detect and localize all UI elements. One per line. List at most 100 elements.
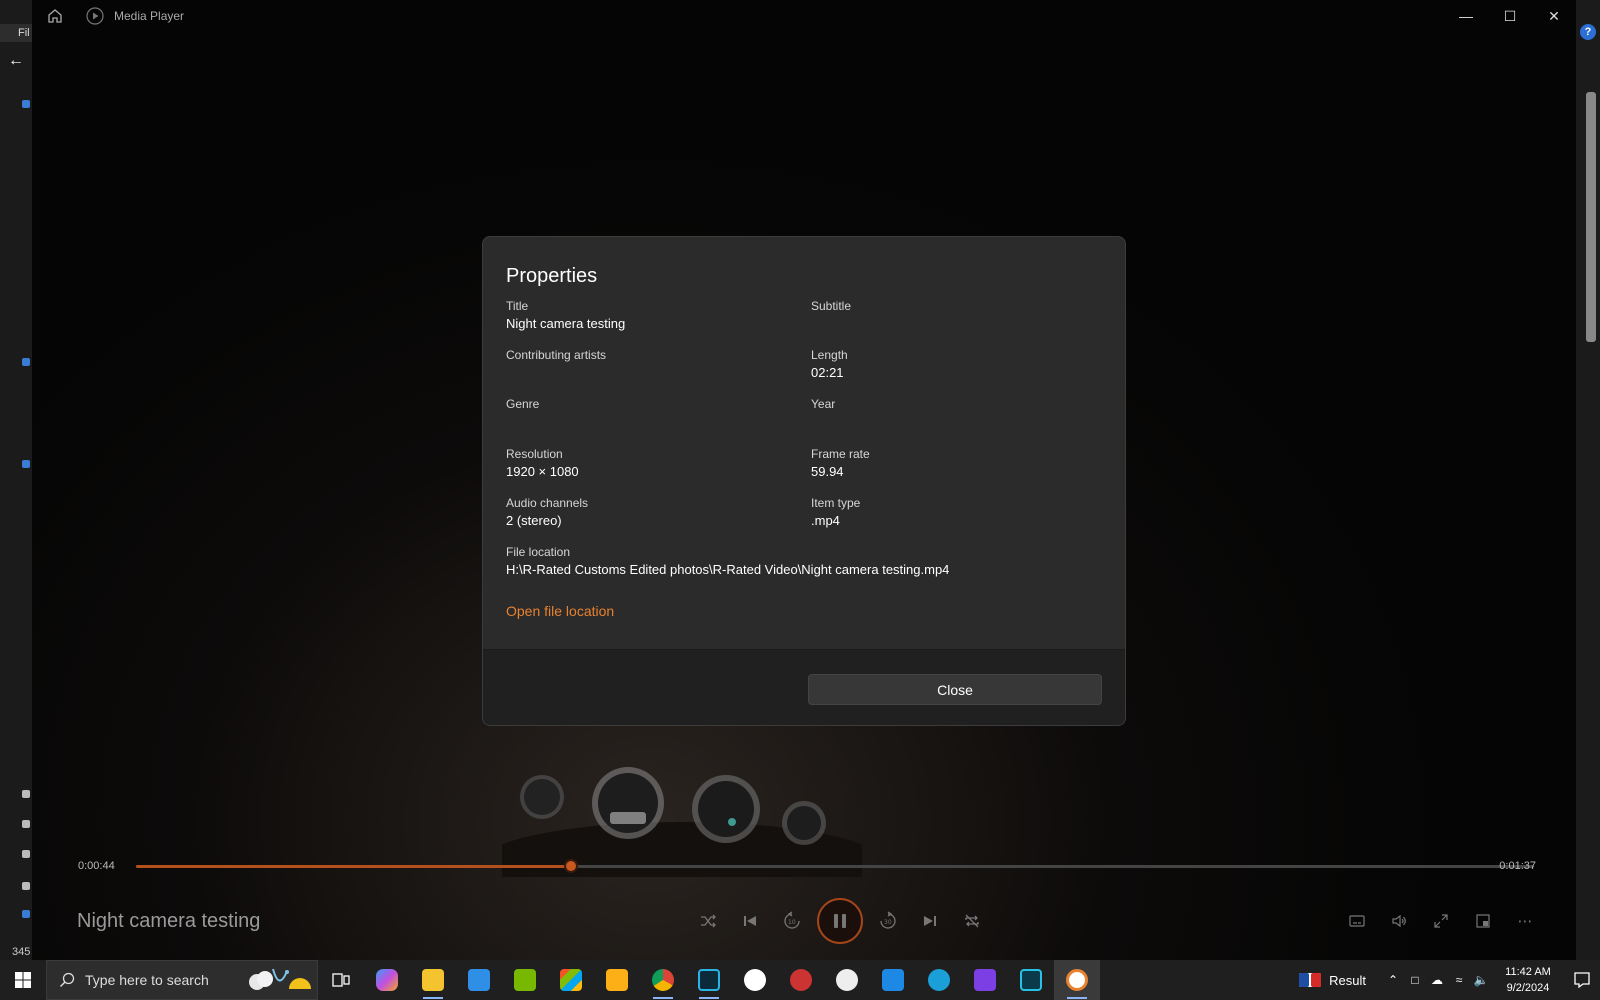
- app-icon[interactable]: [778, 960, 824, 1000]
- property-label: Frame rate: [811, 447, 870, 461]
- maximize-button[interactable]: ☐: [1488, 0, 1532, 32]
- property-label: Resolution: [506, 447, 563, 461]
- property-label: Item type: [811, 496, 861, 510]
- dialog-title: Properties: [506, 265, 598, 287]
- app-icon[interactable]: [870, 960, 916, 1000]
- clock-date: 9/2/2024: [1506, 982, 1550, 994]
- back-arrow-icon[interactable]: ←: [8, 52, 24, 70]
- drive-icon: [22, 882, 30, 890]
- skip-back-10-icon[interactable]: 10: [771, 900, 813, 942]
- scrollbar-thumb[interactable]: [1586, 92, 1596, 342]
- app-icon[interactable]: [916, 960, 962, 1000]
- property-year: Year: [811, 397, 1101, 414]
- background-explorer-left: Fil ← 345: [0, 0, 32, 960]
- help-icon[interactable]: ?: [1580, 24, 1596, 40]
- close-button[interactable]: Close: [808, 674, 1102, 705]
- file-tab[interactable]: Fil: [0, 24, 32, 42]
- close-window-button[interactable]: ✕: [1532, 0, 1576, 32]
- rockstar-launcher-icon[interactable]: [594, 960, 640, 1000]
- app-icon[interactable]: [824, 960, 870, 1000]
- media-player-icon: [86, 7, 104, 25]
- pc-icon: [22, 460, 30, 468]
- property-value: 1920 × 1080: [506, 464, 579, 479]
- repeat-off-icon[interactable]: [951, 900, 993, 942]
- captions-icon[interactable]: [1336, 900, 1378, 942]
- mlb-logo-icon: [1299, 973, 1322, 987]
- onedrive-icon[interactable]: ☁: [1426, 960, 1448, 1000]
- current-time: 0:00:44: [78, 860, 115, 872]
- previous-icon[interactable]: [729, 900, 771, 942]
- file-explorer-icon[interactable]: [410, 960, 456, 1000]
- right-controls: ⋯: [1336, 900, 1546, 942]
- seek-bar-thumb[interactable]: [563, 859, 578, 873]
- mail-icon[interactable]: [456, 960, 502, 1000]
- dashboard-gauges-image: [502, 767, 862, 877]
- folder-icon: [22, 100, 30, 108]
- app-icon[interactable]: [732, 960, 778, 1000]
- fullscreen-icon[interactable]: [1420, 900, 1462, 942]
- shuffle-icon[interactable]: [687, 900, 729, 942]
- property-length: Length 02:21: [811, 348, 1101, 380]
- next-icon[interactable]: [909, 900, 951, 942]
- speaker-icon[interactable]: 🔈: [1470, 960, 1492, 1000]
- property-value: 02:21: [811, 365, 844, 380]
- cloud-icon: [22, 358, 30, 366]
- title-bar: Media Player: [32, 0, 1576, 32]
- property-item-type: Item type .mp4: [811, 496, 1101, 528]
- property-label: Title: [506, 299, 529, 313]
- svg-text:30: 30: [884, 919, 892, 926]
- seek-bar-progress: [136, 865, 571, 868]
- property-genre: Genre: [506, 397, 796, 414]
- drive-icon: [22, 850, 30, 858]
- property-file-location: File location H:\R-Rated Customs Edited …: [506, 545, 1106, 577]
- property-subtitle: Subtitle: [811, 299, 1101, 316]
- item-count: 345: [12, 946, 31, 958]
- drive-icon: [22, 820, 30, 828]
- minimize-button[interactable]: —: [1444, 0, 1488, 32]
- property-value: 59.94: [811, 464, 844, 479]
- screen: Fil ← 345 ? Media Player — ☐ ✕ 0:00:44 0…: [0, 0, 1600, 1000]
- app-icon[interactable]: [1008, 960, 1054, 1000]
- property-label: Audio channels: [506, 496, 589, 510]
- weather-widget-icon[interactable]: [243, 965, 313, 995]
- taskbar: Type here to search Result ⌃ □ ☁ ≈ 🔈 11:…: [0, 960, 1600, 1000]
- background-explorer-right: ?: [1576, 0, 1600, 960]
- chrome-icon[interactable]: [640, 960, 686, 1000]
- more-options-icon[interactable]: ⋯: [1504, 900, 1546, 942]
- start-button[interactable]: [0, 960, 46, 1000]
- app-title: Media Player: [114, 9, 185, 23]
- wifi-icon[interactable]: ≈: [1448, 960, 1470, 1000]
- copilot-icon[interactable]: [364, 960, 410, 1000]
- taskbar-search-box[interactable]: Type here to search: [46, 960, 318, 1000]
- search-icon: [60, 972, 75, 987]
- property-label: File location: [506, 545, 571, 559]
- mini-player-icon[interactable]: [1462, 900, 1504, 942]
- volume-icon[interactable]: [1378, 900, 1420, 942]
- remaining-time: 0:01:37: [1499, 860, 1536, 872]
- property-value: H:\R-Rated Customs Edited photos\R-Rated…: [506, 562, 950, 577]
- media-player-taskbar-icon[interactable]: [1054, 960, 1100, 1000]
- property-label: Genre: [506, 397, 540, 411]
- app-icon[interactable]: [962, 960, 1008, 1000]
- open-file-location-link[interactable]: Open file location: [506, 603, 614, 619]
- microsoft-store-icon[interactable]: [548, 960, 594, 1000]
- network-icon: [22, 910, 30, 918]
- clock[interactable]: 11:42 AM 9/2/2024: [1492, 964, 1564, 996]
- pause-button[interactable]: [817, 898, 863, 944]
- property-frame-rate: Frame rate 59.94: [811, 447, 1101, 479]
- mlb-result-widget[interactable]: Result: [1299, 973, 1366, 988]
- task-view-icon[interactable]: [318, 960, 364, 1000]
- notification-center-icon[interactable]: [1564, 971, 1600, 989]
- property-audio-channels: Audio channels 2 (stereo): [506, 496, 796, 528]
- meet-now-icon[interactable]: □: [1404, 960, 1426, 1000]
- property-value: .mp4: [811, 513, 840, 528]
- property-label: Subtitle: [811, 299, 852, 313]
- window-controls: — ☐ ✕: [1444, 0, 1576, 32]
- nvidia-icon[interactable]: [502, 960, 548, 1000]
- chevron-up-icon[interactable]: ⌃: [1382, 960, 1404, 1000]
- skip-forward-30-icon[interactable]: 30: [867, 900, 909, 942]
- kinemaster-icon[interactable]: [686, 960, 732, 1000]
- seek-bar[interactable]: [136, 859, 1534, 873]
- property-label: Contributing artists: [506, 348, 607, 362]
- home-icon[interactable]: [46, 7, 64, 25]
